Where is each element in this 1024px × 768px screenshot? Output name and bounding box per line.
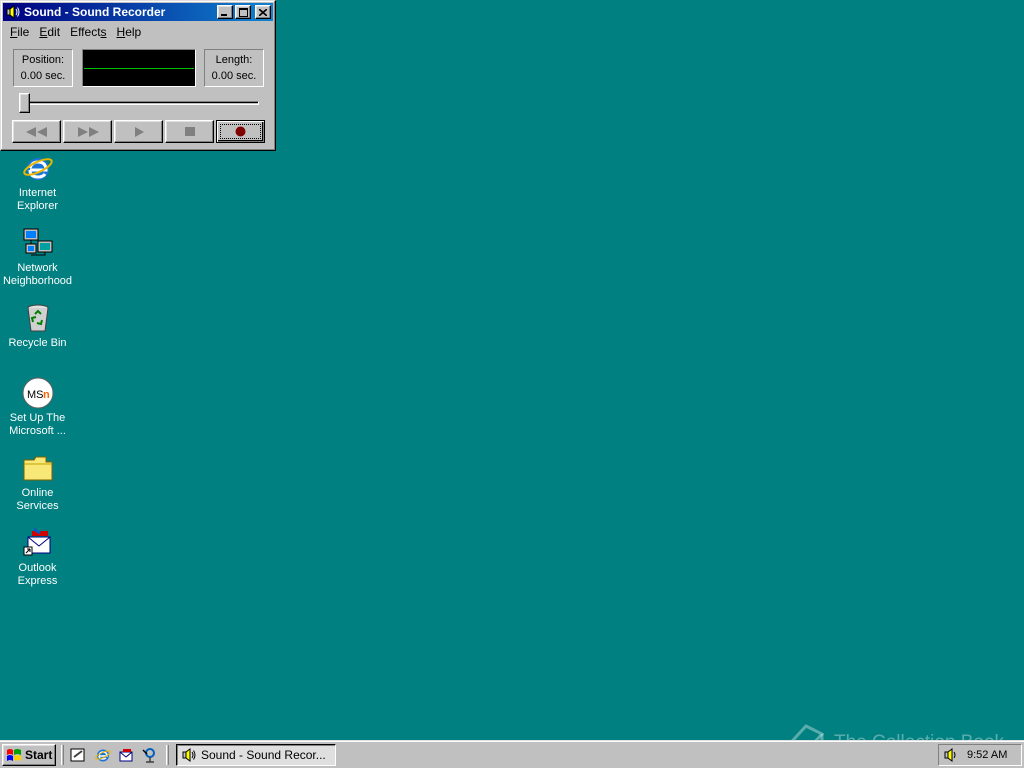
start-label: Start [25, 748, 53, 762]
close-icon [259, 8, 267, 16]
taskbar: Start Sound - Sound Recor... 9:52 AM [0, 740, 1024, 768]
toolbar-grip[interactable] [61, 745, 64, 765]
slider-thumb[interactable] [19, 93, 30, 113]
window-title: Sound - Sound Recorder [24, 5, 166, 19]
menu-bar: File Edit Effects Help [5, 23, 146, 41]
desktop-icon-network-neighborhood[interactable]: Network Neighborhood [0, 227, 75, 288]
focus-rectangle [220, 124, 261, 139]
internet-explorer-icon[interactable] [95, 747, 111, 763]
sound-recorder-window: Sound - Sound Recorder File Edit Effects… [0, 0, 276, 151]
rewind-icon [25, 126, 47, 137]
system-tray: 9:52 AM [938, 744, 1022, 766]
play-icon [134, 126, 144, 137]
icon-label-line2: Explorer [17, 200, 58, 212]
start-button[interactable]: Start [2, 744, 56, 766]
icon-label-line1: Recycle Bin [8, 337, 67, 349]
record-button[interactable] [216, 120, 265, 143]
fast-forward-icon [77, 126, 99, 137]
title-bar[interactable]: Sound - Sound Recorder [3, 3, 273, 21]
position-slider[interactable] [19, 93, 259, 113]
internet-explorer-icon [22, 158, 53, 180]
network-neighborhood-icon [23, 228, 52, 256]
speaker-icon [6, 5, 20, 19]
menu-help[interactable]: Help [112, 25, 147, 39]
desktop-icon-recycle-bin[interactable]: Recycle Bin [0, 302, 75, 350]
desktop-icon-online-services[interactable]: Online Services [0, 452, 75, 513]
icon-label-line1: Online [21, 487, 54, 499]
recycle-bin-icon [27, 304, 48, 332]
toolbar-grip[interactable] [166, 745, 169, 765]
position-value: 0.00 sec. [20, 70, 66, 82]
icon-label-line1: Network [17, 262, 58, 274]
channels-icon[interactable] [141, 747, 157, 763]
clock[interactable]: 9:52 AM [967, 749, 1007, 761]
icon-label-line1: Internet [18, 187, 57, 199]
msn-icon: MS n [22, 377, 53, 409]
show-desktop-icon[interactable] [70, 747, 86, 763]
stop-button[interactable] [165, 120, 214, 143]
outlook-express-icon[interactable] [118, 747, 134, 763]
svg-text:MS: MS [27, 389, 44, 401]
task-button-sound-recorder[interactable]: Sound - Sound Recor... [176, 744, 336, 766]
desktop-icon-internet-explorer[interactable]: Internet Explorer [0, 152, 75, 213]
position-label: Position: [21, 54, 65, 66]
length-readout: Length: 0.00 sec. [204, 49, 264, 87]
desktop-icon-msn[interactable]: MS n Set Up The Microsoft ... [0, 377, 75, 438]
icon-label-line2: Neighborhood [2, 275, 73, 287]
waveform-line [84, 68, 194, 69]
menu-file[interactable]: File [5, 25, 34, 39]
length-label: Length: [215, 54, 253, 66]
icon-label-line1: Set Up The [9, 412, 66, 424]
outlook-express-icon [23, 527, 50, 556]
svg-text:n: n [43, 389, 50, 401]
task-label: Sound - Sound Recor... [201, 748, 326, 762]
minimize-button[interactable] [217, 5, 233, 19]
icon-label-line2: Express [17, 575, 58, 587]
play-button[interactable] [114, 120, 163, 143]
volume-icon[interactable] [943, 747, 959, 763]
menu-edit[interactable]: Edit [34, 25, 65, 39]
folder-icon [23, 456, 52, 481]
length-value: 0.00 sec. [211, 70, 257, 82]
slider-track [19, 101, 259, 105]
close-button[interactable] [255, 5, 271, 19]
windows-logo-icon [7, 749, 21, 761]
seek-to-start-button[interactable] [12, 120, 61, 143]
stop-icon [184, 127, 195, 136]
icon-label-line1: Outlook [18, 562, 57, 574]
seek-to-end-button[interactable] [63, 120, 112, 143]
icon-label-line2: Microsoft ... [9, 425, 66, 437]
minimize-icon [221, 13, 227, 16]
waveform-display [82, 49, 196, 87]
speaker-icon [182, 748, 196, 762]
menu-effects[interactable]: Effects [65, 25, 111, 39]
position-readout: Position: 0.00 sec. [13, 49, 73, 87]
desktop-icon-outlook-express[interactable]: Outlook Express [0, 527, 75, 588]
maximize-icon [238, 7, 248, 17]
maximize-button[interactable] [235, 5, 251, 19]
icon-label-line2: Services [16, 500, 59, 512]
